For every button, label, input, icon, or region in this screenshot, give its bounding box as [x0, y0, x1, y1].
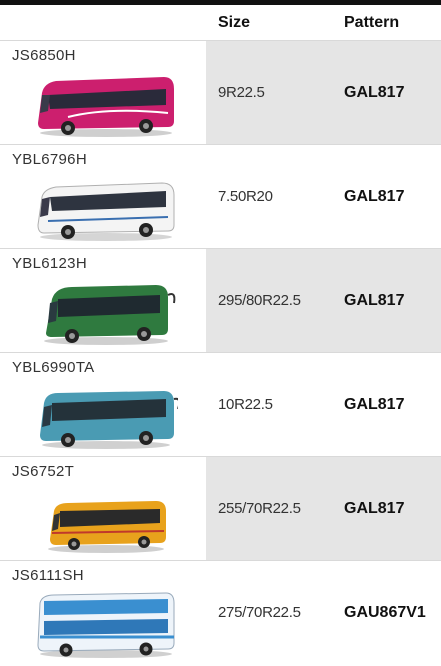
pink-coach-bus-image — [38, 77, 174, 137]
model-cell: JS6111SH — [0, 561, 206, 664]
table-row: YBL6990TA 10R22.5 GAL817 — [0, 352, 441, 456]
teal-coach-bus-image — [40, 391, 178, 449]
header-pattern: Pattern — [344, 13, 400, 31]
model-name: YBL6990TA — [12, 359, 95, 376]
pattern-cell: GAL817 — [336, 249, 441, 352]
white-coach-bus-image — [37, 182, 175, 241]
table-row: YBL6796H 7.50R20 GAL817 — [0, 144, 441, 248]
yellow-coach-bus-image — [48, 501, 166, 553]
size-cell: 295/80R22.5 — [206, 249, 336, 352]
pattern-cell: GAL817 — [336, 41, 441, 144]
blue-double-decker-bus-image — [37, 592, 175, 658]
header-size: Size — [218, 13, 251, 31]
model-cell: JS6752T — [0, 457, 206, 560]
model-name: JS6850H — [12, 47, 76, 64]
table-row: YBL6123H 295/80R22.5 GAL817 — [0, 248, 441, 352]
model-name: YBL6796H — [12, 151, 87, 168]
model-cell: YBL6796H — [0, 145, 206, 248]
model-cell: JS6850H — [0, 41, 206, 144]
table-row: JS6111SH 275/70R22.5 GAU867V1 — [0, 560, 441, 664]
model-name: YBL6123H — [12, 255, 87, 272]
model-name: JS6111SH — [12, 567, 84, 584]
model-cell: YBL6990TA — [0, 353, 206, 456]
table-row: JS6850H 9R22.5 GAL817 — [0, 40, 441, 144]
pattern-cell: GAL817 — [344, 395, 405, 413]
pattern-cell: GAL817 — [336, 457, 441, 560]
size-cell: 7.50R20 — [218, 188, 273, 205]
size-cell: 9R22.5 — [206, 41, 336, 144]
tyre-fitment-table: Size Pattern JS6850H 9R22.5 GAL817 YBL67… — [0, 0, 441, 664]
pattern-cell: GAU867V1 — [344, 603, 426, 621]
size-cell: 275/70R22.5 — [218, 604, 301, 621]
pattern-cell: GAL817 — [344, 187, 405, 205]
table-header: Size Pattern — [0, 0, 441, 40]
model-cell: YBL6123H — [0, 249, 206, 352]
model-name: JS6752T — [12, 463, 75, 480]
size-cell: 255/70R22.5 — [206, 457, 336, 560]
table-row: JS6752T 255/70R22.5 GAL817 — [0, 456, 441, 560]
size-cell: 10R22.5 — [218, 396, 273, 413]
green-coach-bus-image — [44, 285, 176, 345]
